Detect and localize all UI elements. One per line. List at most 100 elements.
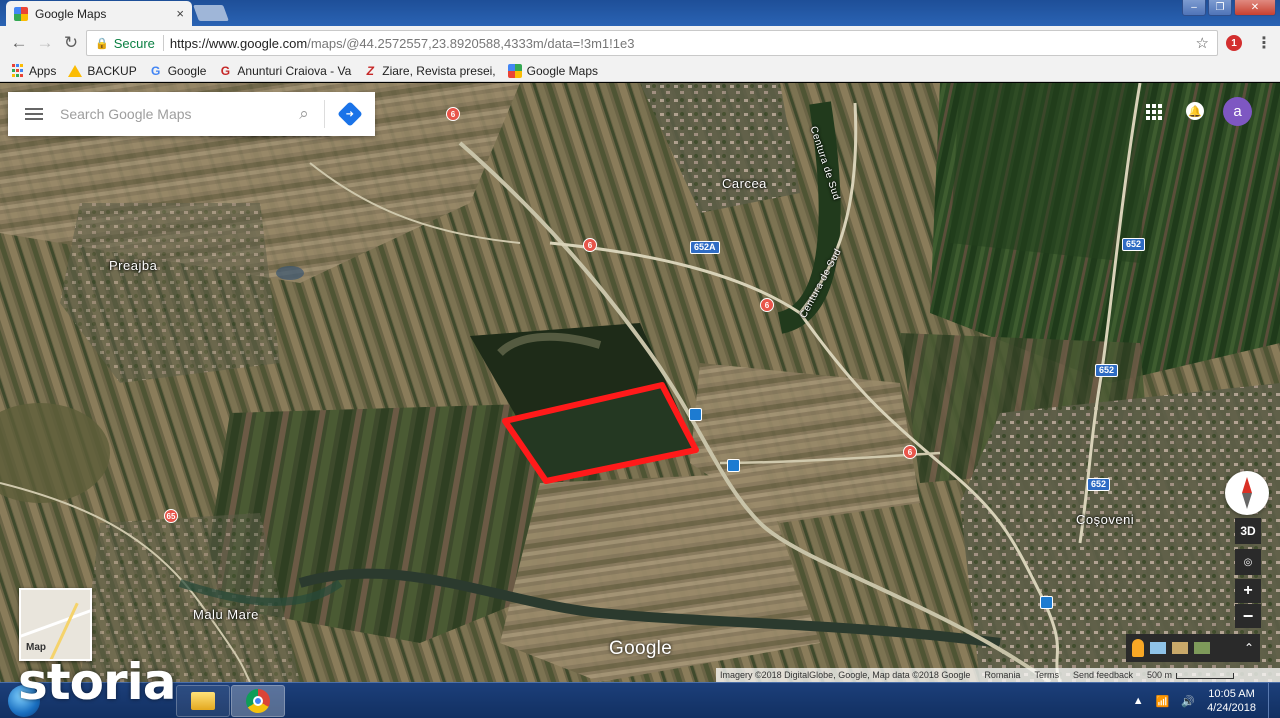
bookmark-label: Google — [167, 63, 207, 78]
system-clock[interactable]: 10:05 AM 4/24/2018 — [1207, 687, 1256, 715]
new-tab-button[interactable] — [193, 5, 229, 21]
avatar[interactable]: a — [1223, 97, 1252, 126]
windows-taskbar: ▲ 📶 🔊 10:05 AM 4/24/2018 — [0, 682, 1280, 718]
bookmark-ziare[interactable]: Z Ziare, Revista presei, — [363, 63, 496, 78]
folder-icon — [191, 692, 215, 710]
tab-title: Google Maps — [35, 6, 107, 21]
bookmark-google-maps[interactable]: Google Maps — [507, 63, 599, 78]
road-number: 6 — [903, 445, 917, 459]
train-station-icon[interactable] — [727, 459, 740, 472]
my-location-icon[interactable]: ◎ — [1235, 549, 1261, 575]
map-type-toggle[interactable]: Map — [19, 588, 92, 661]
minimize-button[interactable]: – — [1182, 0, 1206, 16]
zoom-in-button[interactable]: + — [1235, 579, 1261, 603]
browser-menu-icon[interactable]: ⋮ — [1256, 33, 1272, 53]
search-icon[interactable]: ⌕ — [284, 104, 324, 124]
address-bar[interactable]: 🔒 Secure https://www.google.com/maps/@44… — [86, 30, 1218, 56]
window-controls: – ❐ ✕ — [1182, 0, 1276, 16]
tab-close-icon[interactable]: × — [176, 6, 184, 21]
bookmark-google[interactable]: G Google — [149, 63, 207, 78]
zoom-out-button[interactable]: − — [1235, 604, 1261, 628]
3d-toggle-button[interactable]: 3D — [1235, 518, 1261, 544]
bookmark-star-icon[interactable]: ☆ — [1196, 34, 1209, 52]
bookmark-label: Ziare, Revista presei, — [382, 63, 496, 78]
road-number: 6 — [760, 298, 774, 312]
notifications-icon[interactable]: 🔔 — [1186, 102, 1204, 120]
compass-icon[interactable] — [1225, 471, 1269, 515]
google-icon: G — [151, 63, 161, 78]
scale-label: 500 m — [1147, 670, 1173, 680]
place-label[interactable]: Carcea — [722, 176, 767, 191]
google-logo: Google — [609, 638, 673, 659]
search-input[interactable] — [60, 92, 284, 136]
expand-layers-icon[interactable]: ⌃ — [1244, 641, 1254, 655]
send-feedback-link[interactable]: Send feedback — [1073, 670, 1133, 680]
imagery-credit: Imagery ©2018 DigitalGlobe, Google, Map … — [720, 670, 971, 680]
directions-icon[interactable]: ➜ — [325, 101, 375, 127]
train-station-icon[interactable] — [1040, 596, 1053, 609]
bookmark-label: Anunturi Craiova - Va — [237, 63, 352, 78]
chrome-taskbar-button[interactable] — [231, 685, 285, 717]
road-number: 6 — [446, 107, 460, 121]
browser-toolbar: ← → ↻ 🔒 Secure https://www.google.com/ma… — [0, 26, 1280, 60]
reload-button[interactable]: ↻ — [58, 30, 84, 56]
train-station-icon[interactable] — [689, 408, 702, 421]
apps-icon — [10, 64, 24, 78]
lock-icon: 🔒 — [95, 37, 109, 50]
maps-icon — [507, 63, 522, 78]
drive-icon — [68, 64, 83, 77]
bookmark-apps[interactable]: Apps — [10, 64, 56, 78]
bookmark-anunturi[interactable]: G Anunturi Craiova - Va — [218, 63, 352, 78]
ziare-icon: Z — [366, 63, 374, 78]
show-desktop-button[interactable] — [1268, 683, 1280, 718]
clock-date: 4/24/2018 — [1207, 702, 1256, 714]
browser-titlebar: Google Maps × – ❐ ✕ — [0, 0, 1280, 26]
maximize-button[interactable]: ❐ — [1208, 0, 1232, 16]
file-explorer-button[interactable] — [176, 685, 230, 717]
place-label[interactable]: Malu Mare — [193, 607, 259, 622]
satellite-map[interactable]: Carcea Preajba Coşoveni Malu Mare Penite… — [0, 83, 1280, 682]
menu-icon[interactable] — [8, 108, 60, 120]
map-search-box: ⌕ ➜ — [8, 92, 375, 136]
scale-control[interactable]: 500 m — [1147, 670, 1235, 680]
bookmark-label: BACKUP — [87, 63, 137, 78]
bookmark-backup[interactable]: BACKUP — [68, 63, 137, 78]
attribution-bar: Imagery ©2018 DigitalGlobe, Google, Map … — [716, 668, 1280, 682]
secure-label: Secure — [113, 35, 155, 51]
clock-time: 10:05 AM — [1208, 688, 1255, 700]
system-tray: ▲ 📶 🔊 10:05 AM 4/24/2018 — [1133, 683, 1280, 718]
forward-button[interactable]: → — [32, 30, 58, 56]
volume-icon[interactable]: 🔊 — [1181, 695, 1195, 708]
layers-strip: ⌃ — [1126, 634, 1260, 662]
layer-thumbnail[interactable] — [1194, 642, 1210, 654]
road-shield: 652A — [690, 241, 720, 254]
place-label[interactable]: Preajba — [109, 258, 157, 273]
road-shield: 652 — [1122, 238, 1146, 251]
show-hidden-icons-icon[interactable]: ▲ — [1133, 695, 1144, 707]
country-label: Romania — [984, 670, 1021, 680]
road-shield: 652 — [1087, 478, 1111, 491]
pegman-icon[interactable] — [1132, 639, 1144, 657]
chrome-icon — [246, 689, 270, 713]
layer-thumbnail[interactable] — [1172, 642, 1188, 654]
road-shield: 652 — [1095, 364, 1119, 377]
anunturi-icon: G — [220, 63, 231, 78]
bookmarks-bar: Apps BACKUP G Google G Anunturi Craiova … — [0, 60, 1280, 82]
url-base: https://www.google.com — [169, 35, 308, 51]
bookmark-label: Google Maps — [526, 63, 599, 78]
back-button[interactable]: ← — [6, 30, 32, 56]
place-label[interactable]: Coşoveni — [1076, 512, 1134, 527]
scale-bar — [1176, 672, 1235, 679]
bookmark-label: Apps — [29, 63, 57, 78]
browser-tab[interactable]: Google Maps × — [6, 1, 192, 26]
google-maps-favicon-icon — [14, 6, 28, 21]
url-path: /maps/@44.2572557,23.8920588,4333m/data=… — [307, 35, 635, 51]
network-icon[interactable]: 📶 — [1156, 695, 1170, 708]
terms-link[interactable]: Terms — [1034, 670, 1059, 680]
layer-thumbnail[interactable] — [1150, 642, 1166, 654]
omnibox-divider — [162, 35, 164, 51]
road-number: 6 — [583, 238, 597, 252]
extension-icon[interactable]: 1 — [1226, 35, 1242, 51]
window-close-button[interactable]: ✕ — [1234, 0, 1276, 16]
google-apps-icon[interactable] — [1146, 104, 1162, 120]
